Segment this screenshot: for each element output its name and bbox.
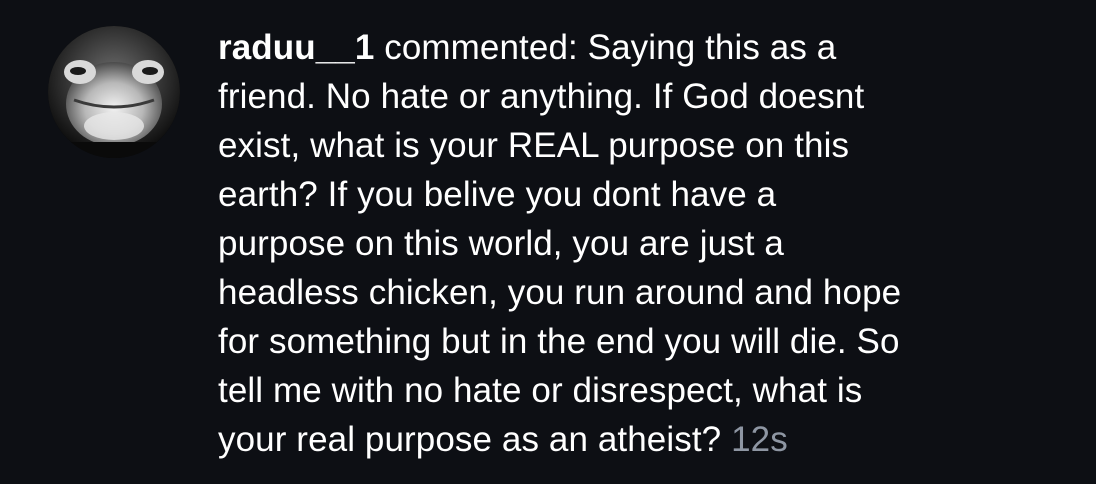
comment-text-line: tell me with no hate or disrespect, what… — [218, 371, 863, 410]
comment-text-line: for something but in the end you will di… — [218, 322, 900, 361]
comment-last-line: your real purpose as an atheist? 12s — [218, 415, 1078, 464]
comment-text-line: Saying this as a — [587, 28, 837, 67]
comment-timestamp: 12s — [731, 420, 788, 459]
comment-line-1: raduu__1 commented: Saying this as a — [218, 23, 1078, 72]
comment-item: raduu__1 commented: Saying this as a fri… — [0, 0, 1096, 484]
username-link[interactable]: raduu__1 — [218, 28, 374, 67]
comment-body: raduu__1 commented: Saying this as a fri… — [218, 23, 1078, 464]
frog-avatar-icon — [48, 26, 180, 158]
comment-action: commented: — [374, 28, 588, 67]
comment-text-line: exist, what is your REAL purpose on this — [218, 126, 850, 165]
comment-text-line: friend. No hate or anything. If God does… — [218, 77, 865, 116]
user-avatar[interactable] — [48, 26, 180, 158]
comment-text-line: your real purpose as an atheist? — [218, 420, 722, 459]
comment-text-line: earth? If you belive you dont have a — [218, 175, 777, 214]
comment-text-line: headless chicken, you run around and hop… — [218, 273, 902, 312]
comment-text-line: purpose on this world, you are just a — [218, 224, 784, 263]
